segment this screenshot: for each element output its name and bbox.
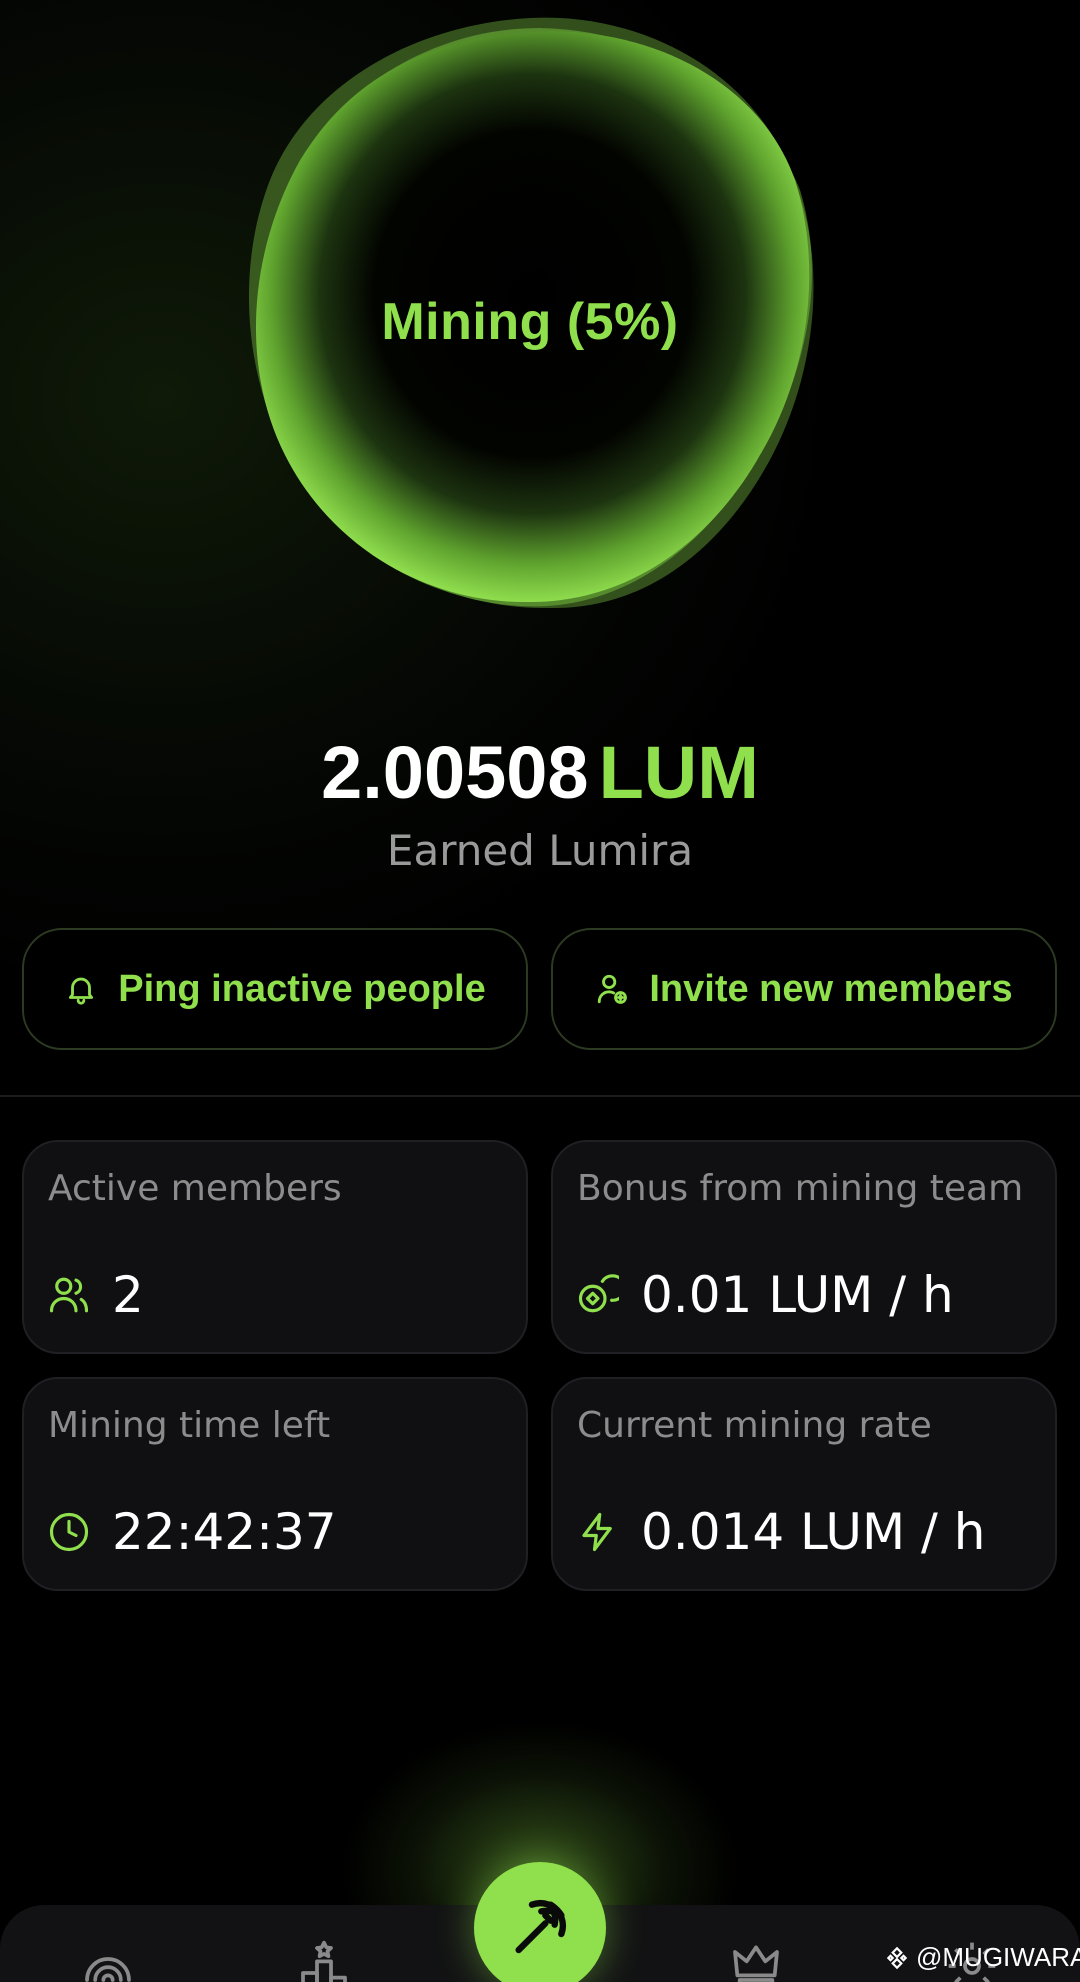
mine-button[interactable]	[474, 1862, 606, 1982]
invite-members-label: Invite new members	[649, 967, 1013, 1010]
users-icon	[48, 1274, 90, 1316]
bonus-label: Bonus from mining team	[577, 1168, 1024, 1209]
bonus-value-row: 0.01 LUM / h	[577, 1266, 954, 1324]
mining-status-label: Mining (5%)	[381, 293, 679, 351]
active-members-value-row: 2	[48, 1266, 144, 1324]
radar-icon	[80, 1938, 136, 1982]
mining-orb[interactable]: Mining (5%)	[230, 10, 830, 620]
balance-currency: LUM	[598, 731, 759, 814]
nav-crown[interactable]	[728, 1938, 784, 1982]
time-left-label: Mining time left	[48, 1405, 331, 1446]
ping-inactive-button[interactable]: Ping inactive people	[22, 928, 528, 1050]
crown-icon	[728, 1938, 784, 1982]
time-left-value-row: 22:42:37	[48, 1503, 337, 1561]
balance-caption: Earned Lumira	[386, 826, 694, 875]
nav-leaderboard[interactable]	[296, 1938, 352, 1982]
mining-rate-card: Current mining rate 0.014 LUM / h	[551, 1377, 1057, 1591]
watermark-text: @MUGIWARA	[916, 1942, 1080, 1972]
lightning-icon	[577, 1511, 619, 1553]
watermark: @MUGIWARA	[884, 1942, 1080, 1973]
coins-icon	[577, 1274, 619, 1316]
leaderboard-icon	[296, 1938, 352, 1982]
mining-rate-label: Current mining rate	[577, 1405, 932, 1446]
time-left-card: Mining time left 22:42:37	[22, 1377, 528, 1591]
active-members-value: 2	[112, 1266, 144, 1324]
time-left-value: 22:42:37	[112, 1503, 337, 1561]
add-user-icon	[595, 972, 629, 1006]
nav-radar[interactable]	[80, 1938, 136, 1982]
bonus-value: 0.01 LUM / h	[641, 1266, 954, 1324]
pickaxe-icon	[508, 1894, 572, 1962]
active-members-label: Active members	[48, 1168, 342, 1209]
clock-icon	[48, 1511, 90, 1553]
bell-icon	[64, 972, 98, 1006]
mining-screen: Mining (5%) 2.00508 LUM Earned Lumira Pin…	[0, 0, 1080, 1982]
ping-inactive-label: Ping inactive people	[118, 967, 486, 1010]
bonus-card: Bonus from mining team 0.01 LUM / h	[551, 1140, 1057, 1354]
mining-rate-value: 0.014 LUM / h	[641, 1503, 986, 1561]
balance-value: 2.00508	[321, 731, 589, 814]
invite-members-button[interactable]: Invite new members	[551, 928, 1057, 1050]
balance-amount: 2.00508 LUM	[0, 728, 1080, 818]
active-members-card: Active members 2	[22, 1140, 528, 1354]
binance-logo-icon	[884, 1945, 910, 1971]
section-divider	[0, 1095, 1080, 1097]
mining-rate-value-row: 0.014 LUM / h	[577, 1503, 985, 1561]
